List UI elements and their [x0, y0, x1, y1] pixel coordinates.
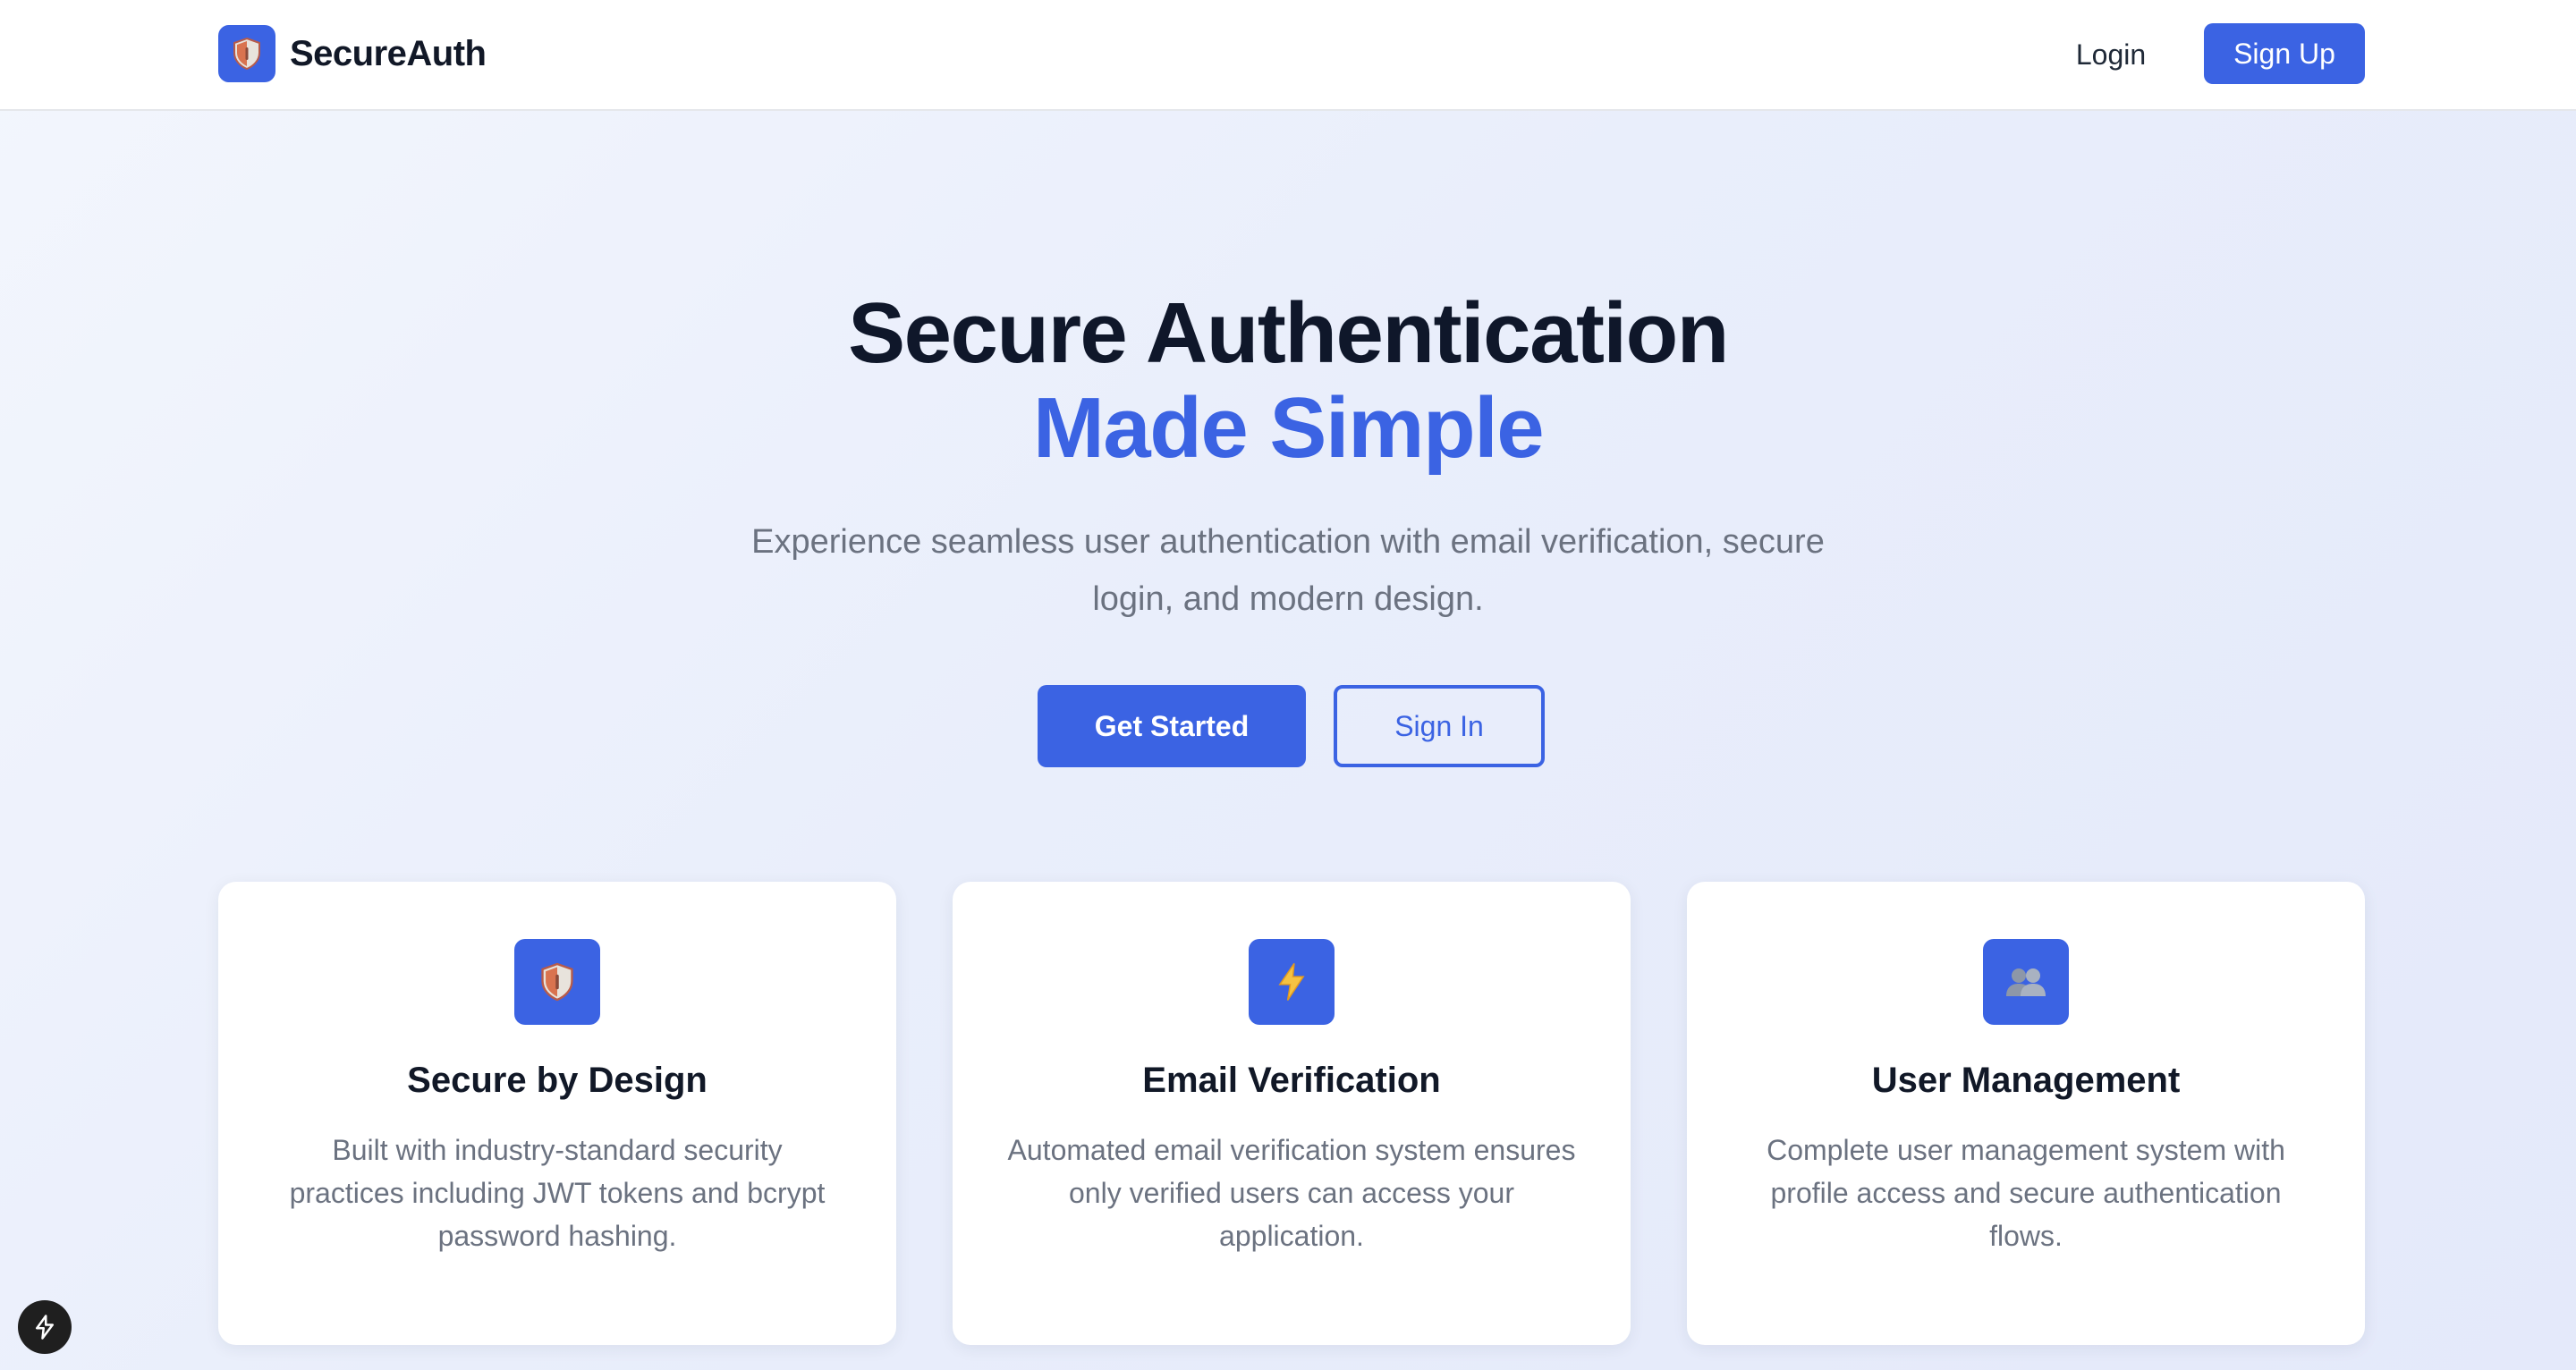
- lightning-icon: [1249, 939, 1335, 1025]
- dev-tools-button[interactable]: [18, 1300, 72, 1354]
- lightning-bolt-icon: [36, 1315, 54, 1340]
- get-started-button[interactable]: Get Started: [1038, 685, 1306, 767]
- brand[interactable]: SecureAuth: [218, 25, 487, 82]
- feature-card-user-management: User Management Complete user management…: [1687, 882, 2365, 1345]
- feature-description: Automated email verification system ensu…: [1007, 1134, 1576, 1252]
- brand-name: SecureAuth: [290, 33, 487, 73]
- login-link[interactable]: Login: [2057, 30, 2165, 79]
- hero-subtitle: Experience seamless user authentication …: [751, 523, 1825, 618]
- feature-title: Email Verification: [1142, 1061, 1441, 1100]
- top-navigation-bar: SecureAuth Login Sign Up: [0, 0, 2576, 111]
- shield-icon: [218, 25, 275, 82]
- feature-title: User Management: [1871, 1061, 2181, 1100]
- sign-in-button[interactable]: Sign In: [1334, 685, 1545, 767]
- signup-button[interactable]: Sign Up: [2204, 23, 2365, 84]
- feature-description: Built with industry-standard security pr…: [289, 1134, 826, 1252]
- feature-title: Secure by Design: [407, 1061, 708, 1100]
- users-icon: [1983, 939, 2069, 1025]
- feature-card-email-verification: Email Verification Automated email verif…: [953, 882, 1631, 1345]
- hero-title: Secure Authentication: [848, 285, 1729, 381]
- feature-description: Complete user management system with pro…: [1767, 1134, 2285, 1252]
- hero-title-accent: Made Simple: [1032, 380, 1545, 476]
- shield-icon: [514, 939, 600, 1025]
- feature-card-secure-by-design: Secure by Design Built with industry-sta…: [218, 882, 896, 1345]
